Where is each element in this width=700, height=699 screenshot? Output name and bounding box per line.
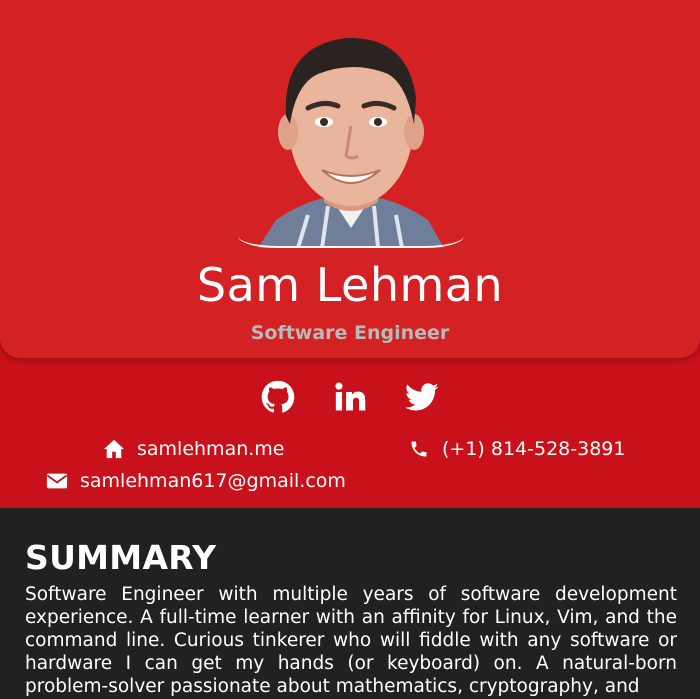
social-links [0,380,700,414]
photo-frame-curve [238,236,464,248]
phone-text: (+1) 814-528-3891 [442,438,626,460]
linkedin-link[interactable] [333,380,367,414]
email-text: samlehman617@gmail.com [80,470,346,492]
website-link[interactable]: samlehman.me [103,438,285,460]
profile-title: Software Engineer [250,322,450,344]
email-link[interactable]: samlehman617@gmail.com [46,470,346,492]
header-section: Sam Lehman Software Engineer samlehman.m… [0,0,700,508]
twitter-link[interactable] [405,380,439,414]
profile-name: Sam Lehman [196,258,504,312]
profile-photo-image [238,20,464,248]
github-icon [261,380,295,413]
linkedin-icon [335,382,366,411]
phone-link[interactable]: (+1) 814-528-3891 [408,438,625,460]
github-link[interactable] [261,380,295,414]
twitter-icon [405,383,439,411]
website-text: samlehman.me [137,438,285,460]
home-icon [103,439,125,459]
summary-heading: SUMMARY [25,538,217,577]
phone-icon [408,439,430,459]
summary-text: Software Engineer with multiple years of… [25,584,677,697]
envelope-icon [46,471,68,491]
summary-section: SUMMARY Software Engineer with multiple … [25,538,677,698]
profile-photo [238,20,464,248]
profile-card: Sam Lehman Software Engineer [0,0,700,358]
